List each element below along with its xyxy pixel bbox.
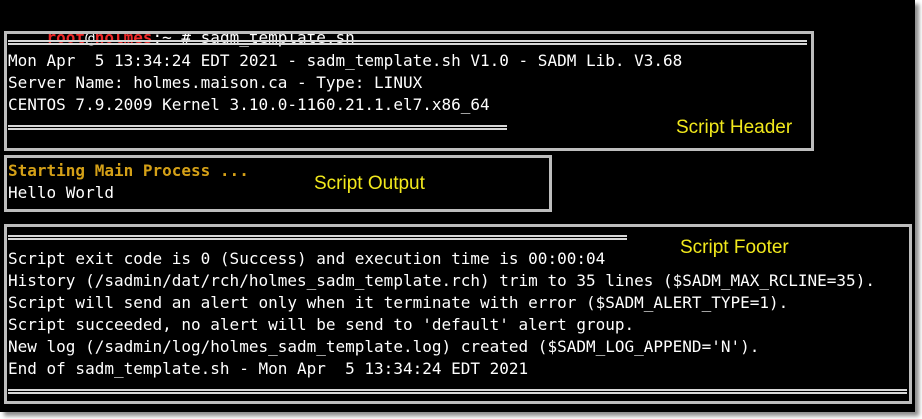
script-header-label: Script Header bbox=[676, 117, 793, 138]
terminal-window[interactable]: root@holmes:~ # sadm_template.sh Mon Apr… bbox=[0, 0, 915, 412]
script-footer-label: Script Footer bbox=[680, 237, 789, 258]
script-output-box bbox=[4, 155, 552, 212]
script-output-label: Script Output bbox=[314, 173, 425, 194]
